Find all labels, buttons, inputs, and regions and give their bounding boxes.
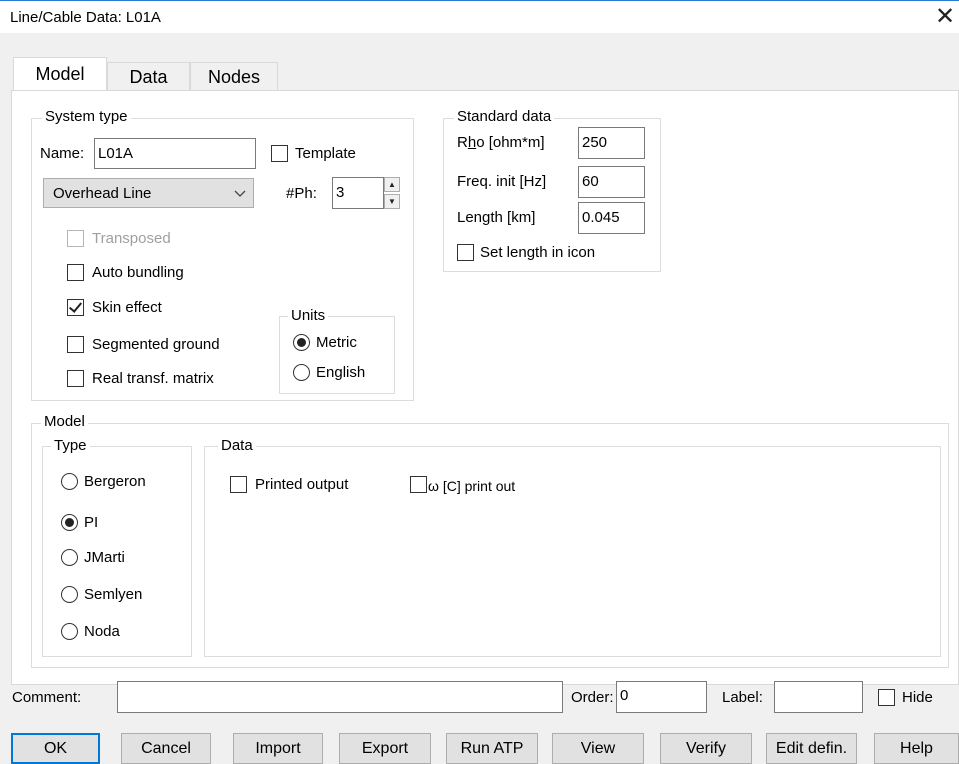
printed-output-label: Printed output (255, 476, 349, 493)
rho-label: Rho [ohm*m] (457, 134, 545, 151)
hide-label: Hide (902, 689, 933, 706)
transposed-checkbox[interactable] (67, 230, 84, 247)
noda-label: Noda (84, 623, 120, 640)
close-icon[interactable]: ✕ (932, 3, 958, 31)
edit-defin-button[interactable]: Edit defin. (766, 733, 857, 764)
hide-checkbox[interactable] (878, 689, 895, 706)
window-title: Line/Cable Data: L01A (10, 9, 161, 26)
template-label: Template (295, 145, 356, 162)
line-type-value: Overhead Line (53, 185, 152, 202)
metric-radio[interactable] (293, 334, 310, 351)
comment-label: Comment: (12, 689, 82, 706)
noda-radio[interactable] (61, 623, 78, 640)
english-radio[interactable] (293, 364, 310, 381)
skin-effect-checkbox[interactable] (67, 299, 84, 316)
ok-button[interactable]: OK (11, 733, 100, 764)
rho-input[interactable]: 250 (578, 127, 645, 159)
skin-effect-label: Skin effect (92, 299, 162, 316)
export-button[interactable]: Export (339, 733, 431, 764)
chevron-down-icon (234, 190, 246, 197)
tab-nodes[interactable]: Nodes (190, 62, 278, 90)
name-label: Name: (40, 145, 85, 162)
auto-bundling-label: Auto bundling (92, 264, 184, 281)
model-type-legend: Type (51, 438, 90, 454)
units-group (279, 316, 395, 394)
jmarti-label: JMarti (84, 549, 125, 566)
jmarti-radio[interactable] (61, 549, 78, 566)
freq-init-label: Freq. init [Hz] (457, 173, 547, 190)
real-transf-matrix-label: Real transf. matrix (92, 370, 214, 387)
phases-spinner[interactable]: ▲ ▼ (384, 177, 400, 209)
semlyen-label: Semlyen (84, 586, 143, 603)
omega-print-checkbox[interactable] (410, 476, 427, 493)
english-label: English (316, 364, 366, 381)
pi-radio[interactable] (61, 514, 78, 531)
tab-data[interactable]: Data (107, 62, 190, 90)
segmented-ground-checkbox[interactable] (67, 336, 84, 353)
label-label: Label: (722, 689, 763, 706)
name-input[interactable]: L01A (94, 138, 256, 169)
metric-label: Metric (316, 334, 357, 351)
semlyen-radio[interactable] (61, 586, 78, 603)
units-legend: Units (288, 308, 329, 324)
pi-label: PI (84, 514, 99, 531)
system-type-legend: System type (42, 109, 131, 125)
printed-output-checkbox[interactable] (230, 476, 247, 493)
segmented-ground-label: Segmented ground (92, 336, 220, 353)
phases-input[interactable]: 3 (332, 177, 384, 209)
transposed-label: Transposed (92, 230, 171, 247)
bergeron-radio[interactable] (61, 473, 78, 490)
import-button[interactable]: Import (233, 733, 323, 764)
tab-model[interactable]: Model (13, 57, 107, 90)
template-checkbox[interactable] (271, 145, 288, 162)
spin-up-icon[interactable]: ▲ (384, 177, 400, 192)
label-input[interactable] (774, 681, 863, 713)
title-bar: Line/Cable Data: L01A ✕ (0, 0, 959, 33)
comment-input[interactable] (117, 681, 563, 713)
verify-button[interactable]: Verify (660, 733, 752, 764)
auto-bundling-checkbox[interactable] (67, 264, 84, 281)
real-transf-matrix-checkbox[interactable] (67, 370, 84, 387)
set-length-label: Set length in icon (480, 244, 596, 261)
length-label: Length [km] (457, 209, 536, 226)
model-data-legend: Data (218, 438, 256, 454)
omega-print-label: ω [C] print out (428, 478, 516, 494)
order-input[interactable]: 0 (616, 681, 707, 713)
cancel-button[interactable]: Cancel (121, 733, 211, 764)
spin-down-icon[interactable]: ▼ (384, 194, 400, 209)
line-type-select[interactable]: Overhead Line (43, 178, 254, 208)
bergeron-label: Bergeron (84, 473, 146, 490)
omega-icon: ω (428, 478, 439, 494)
help-button[interactable]: Help (874, 733, 959, 764)
standard-data-legend: Standard data (454, 109, 555, 125)
model-legend: Model (41, 414, 88, 430)
run-atp-button[interactable]: Run ATP (446, 733, 538, 764)
set-length-checkbox[interactable] (457, 244, 474, 261)
view-button[interactable]: View (552, 733, 644, 764)
order-label: Order: (571, 689, 614, 706)
phases-label: #Ph: (286, 185, 317, 202)
length-input[interactable]: 0.045 (578, 202, 645, 234)
freq-init-input[interactable]: 60 (578, 166, 645, 198)
